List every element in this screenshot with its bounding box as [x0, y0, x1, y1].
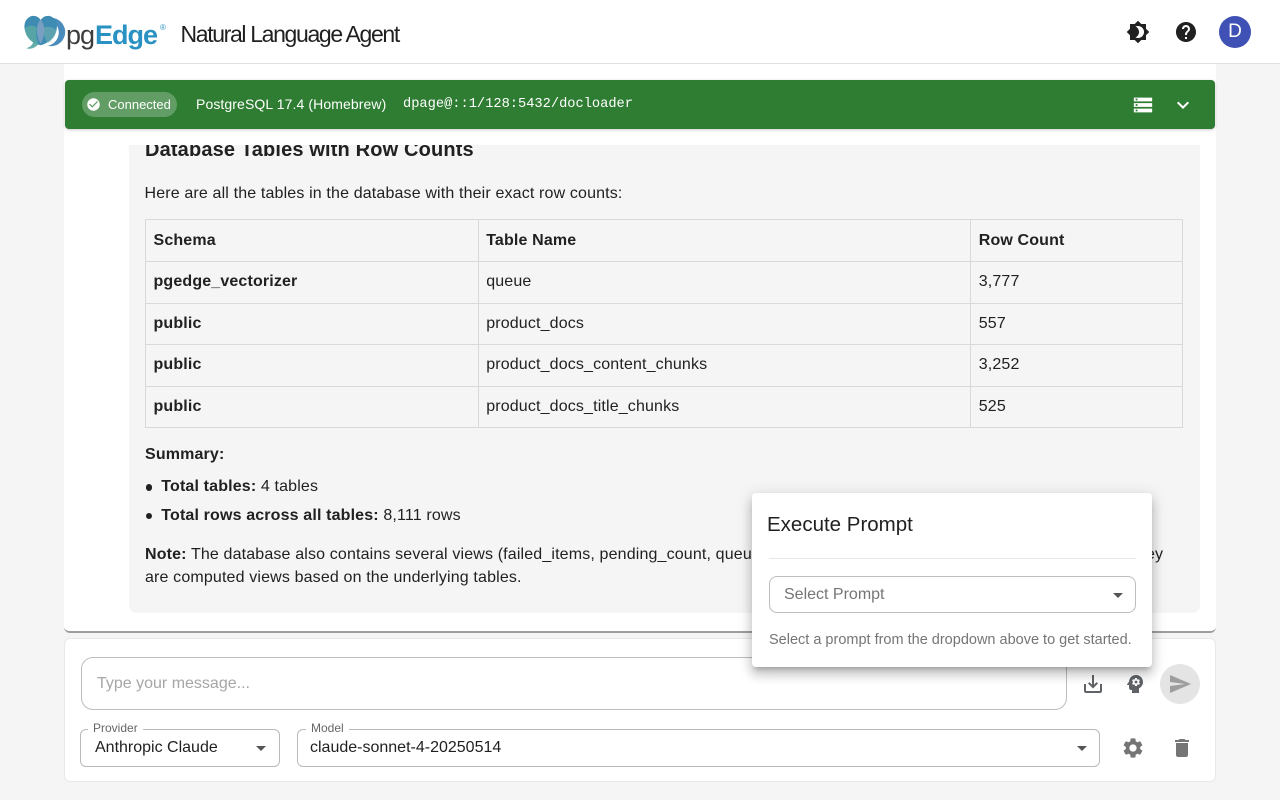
svg-text:®: ® [160, 23, 166, 32]
svg-text:pg: pg [66, 20, 94, 50]
svg-text:Edge: Edge [95, 20, 158, 50]
